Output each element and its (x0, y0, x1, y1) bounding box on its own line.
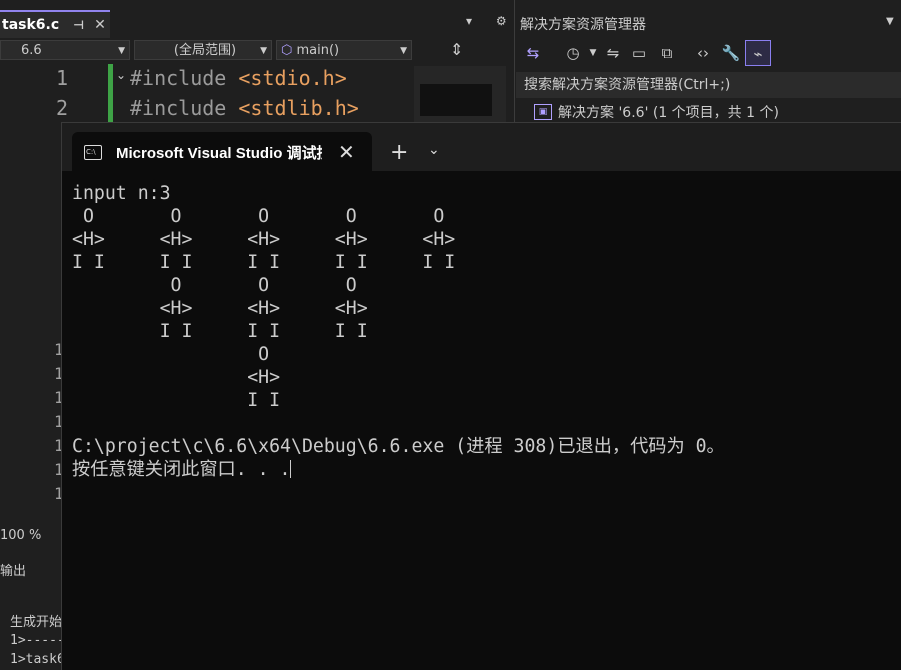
navigation-bar: 6.6 ▼ (全局范围) ▼ ⬡ main() ▼ (0, 38, 514, 63)
console-tab-title: Microsoft Visual Studio 调试控制台 (116, 144, 322, 162)
function-combo[interactable]: ⬡ main() ▼ (276, 40, 412, 60)
collapse-icon[interactable]: ▭ (626, 40, 652, 66)
output-panel-title: 输出 (0, 564, 27, 579)
chevron-down-icon[interactable]: ⌄ (428, 142, 440, 158)
chevron-down-icon[interactable]: ▼ (886, 16, 894, 27)
document-tab[interactable]: task6.c ⊣ ✕ (0, 10, 110, 38)
code-include: #include (130, 66, 239, 90)
code-header: <stdlib.h> (238, 96, 359, 120)
document-tab-name: task6.c (2, 17, 60, 33)
line-number: 1 (56, 66, 69, 90)
line-number: 2 (56, 96, 69, 120)
project-combo-value: 6.6 (21, 43, 42, 58)
tab-tools[interactable]: ▾ ⚙ (466, 14, 517, 28)
wrench-icon[interactable]: 🔧 (718, 40, 744, 66)
solution-icon: ▣ (534, 104, 552, 120)
scope-combo[interactable]: (全局范围) ▼ (134, 40, 272, 60)
code-line: #include <stdio.h> (130, 66, 347, 90)
chevron-down-icon: ▼ (118, 46, 125, 56)
close-icon[interactable]: ✕ (94, 17, 106, 33)
split-editor-icon[interactable]: ⇕ (450, 40, 463, 59)
chevron-down-icon: ▼ (400, 46, 407, 56)
solution-tree-item[interactable]: ▣ 解决方案 '6.6' (1 个项目，共 1 个) (534, 102, 779, 122)
solution-toolbar: ⇆ ◷ ▼ ⇋ ▭ ⧉ ‹› 🔧 ⌁ (516, 38, 901, 70)
copy-icon[interactable]: ⧉ (654, 40, 680, 66)
code-line: #include <stdlib.h> (130, 96, 359, 120)
pin-icon[interactable]: ⊣ (73, 18, 84, 32)
close-icon[interactable]: ✕ (338, 140, 355, 164)
function-combo-value: main() (296, 43, 340, 58)
solution-search-input[interactable]: 搜索解决方案资源管理器(Ctrl+;) (516, 72, 901, 98)
preview-icon[interactable]: ⌁ (745, 40, 771, 66)
text-cursor (290, 460, 292, 478)
chevron-down-icon: ▼ (260, 46, 267, 56)
console-tab[interactable]: C:\ Microsoft Visual Studio 调试控制台 ✕ (72, 132, 372, 172)
code-icon[interactable]: ‹› (690, 40, 716, 66)
change-indicator (108, 64, 113, 124)
project-combo[interactable]: 6.6 ▼ (0, 40, 130, 60)
console-output-text: input n:3 O O O O O <H> <H> <H> <H> <H> … (72, 183, 725, 480)
console-output[interactable]: input n:3 O O O O O <H> <H> <H> <H> <H> … (72, 182, 725, 481)
solution-explorer-title: 解决方案资源管理器 (520, 17, 646, 33)
cube-icon: ⬡ (281, 43, 293, 58)
new-tab-button[interactable]: + (390, 140, 408, 165)
zoom-level[interactable]: 100 % (0, 526, 60, 546)
terminal-icon: C:\ (84, 144, 102, 160)
vs-icon[interactable]: ⇆ (520, 40, 546, 66)
code-header: <stdio.h> (238, 66, 347, 90)
fold-chevron-icon[interactable]: ⌄ (116, 68, 126, 82)
solution-item-label: 解决方案 '6.6' (1 个项目，共 1 个) (558, 105, 779, 121)
sync-icon[interactable]: ⇋ (600, 40, 626, 66)
scope-combo-value: (全局范围) (173, 43, 237, 58)
minimap[interactable] (414, 66, 506, 122)
code-include: #include (130, 96, 239, 120)
